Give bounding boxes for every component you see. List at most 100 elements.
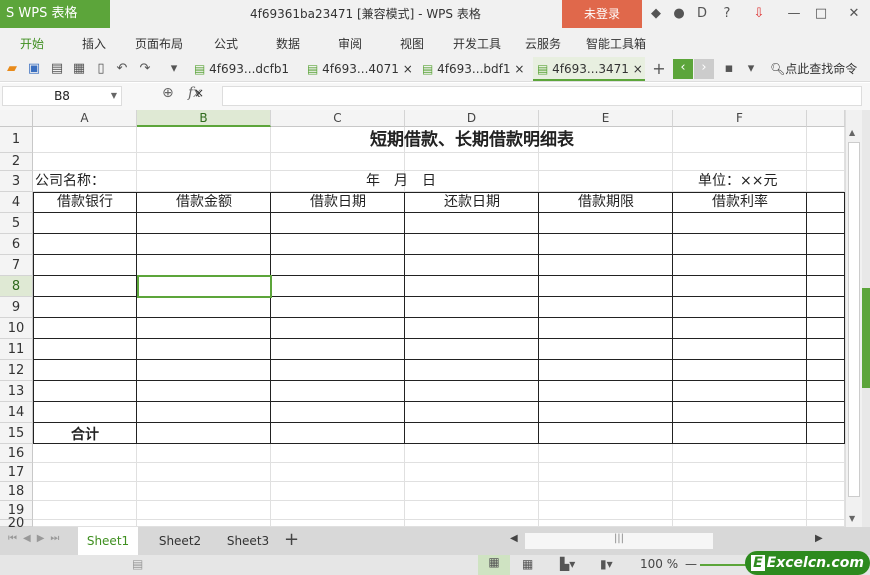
new-tab-icon[interactable]: + xyxy=(650,60,668,78)
cell[interactable] xyxy=(271,213,405,234)
menu-tab-5[interactable]: 审阅 xyxy=(338,28,362,56)
menu-tab-9[interactable]: 智能工具箱 xyxy=(586,28,646,56)
settings-icon[interactable]: ● xyxy=(670,5,688,23)
page-break-view-icon[interactable]: ▦ xyxy=(522,557,533,571)
cell[interactable] xyxy=(807,423,845,444)
cell[interactable] xyxy=(673,153,807,171)
cell[interactable] xyxy=(539,255,673,276)
cell[interactable] xyxy=(405,501,539,520)
cell[interactable] xyxy=(539,339,673,360)
cell[interactable] xyxy=(137,402,271,423)
cell[interactable] xyxy=(271,318,405,339)
cell[interactable] xyxy=(137,482,271,501)
cell[interactable] xyxy=(539,402,673,423)
cell[interactable] xyxy=(271,444,405,463)
cell[interactable] xyxy=(137,360,271,381)
cell[interactable] xyxy=(271,255,405,276)
cell[interactable] xyxy=(271,482,405,501)
cell[interactable] xyxy=(137,318,271,339)
close-tab-icon[interactable]: × xyxy=(514,62,524,76)
cell[interactable] xyxy=(405,402,539,423)
row-header[interactable]: 13 xyxy=(0,381,33,402)
row-header[interactable]: 14 xyxy=(0,402,33,423)
cell[interactable] xyxy=(807,171,845,192)
cell[interactable] xyxy=(33,153,137,171)
cell[interactable] xyxy=(271,234,405,255)
row-header[interactable]: 3 xyxy=(0,171,33,192)
cell[interactable] xyxy=(673,297,807,318)
cell[interactable] xyxy=(33,381,137,402)
minimize-icon[interactable]: — xyxy=(785,5,803,23)
cell[interactable] xyxy=(137,520,271,527)
zoom-formula-icon[interactable]: ⊕ xyxy=(162,85,174,101)
column-header[interactable]: C xyxy=(271,110,405,127)
print-icon[interactable]: ▦ xyxy=(70,60,88,78)
cell[interactable] xyxy=(539,463,673,482)
cell[interactable] xyxy=(405,482,539,501)
cell[interactable] xyxy=(807,276,845,297)
cell[interactable] xyxy=(405,463,539,482)
maximize-icon[interactable]: □ xyxy=(812,5,830,23)
cell[interactable] xyxy=(137,213,271,234)
cell[interactable] xyxy=(673,482,807,501)
row-header[interactable]: 8 xyxy=(0,276,33,297)
tab-prev-icon[interactable]: ‹ xyxy=(673,59,693,79)
row-header[interactable]: 11 xyxy=(0,339,33,360)
cell[interactable] xyxy=(33,501,137,520)
cell[interactable] xyxy=(33,520,137,527)
eye-protect-icon[interactable]: ▮▾ xyxy=(600,557,613,571)
cell[interactable] xyxy=(807,127,845,153)
print-preview-icon[interactable]: ▯ xyxy=(92,60,110,78)
cell[interactable] xyxy=(539,501,673,520)
menu-tab-8[interactable]: 云服务 xyxy=(525,28,561,56)
cell[interactable] xyxy=(137,171,271,192)
cell[interactable] xyxy=(137,297,271,318)
cell[interactable] xyxy=(271,360,405,381)
reading-mode-icon[interactable]: ▙▾ xyxy=(560,557,575,571)
row-header[interactable]: 6 xyxy=(0,234,33,255)
cell[interactable] xyxy=(271,381,405,402)
cell[interactable] xyxy=(807,153,845,171)
cell[interactable] xyxy=(33,360,137,381)
menu-tab-3[interactable]: 公式 xyxy=(214,28,238,56)
cell[interactable] xyxy=(271,153,405,171)
cell[interactable] xyxy=(405,520,539,527)
cell[interactable] xyxy=(405,444,539,463)
cell[interactable] xyxy=(673,339,807,360)
cell[interactable] xyxy=(405,360,539,381)
cell[interactable] xyxy=(137,444,271,463)
cell[interactable] xyxy=(137,255,271,276)
cell[interactable] xyxy=(539,423,673,444)
row-header[interactable]: 9 xyxy=(0,297,33,318)
cell[interactable] xyxy=(33,339,137,360)
download-icon[interactable]: ⇩ xyxy=(750,5,768,23)
zoom-level[interactable]: 100 % xyxy=(640,557,678,571)
document-tab[interactable]: ▤ 4f693...dcfb1 × xyxy=(190,57,300,100)
redo-icon[interactable]: ↷ xyxy=(136,60,154,78)
document-tab[interactable]: ▤ 4f693...3471 × xyxy=(533,57,645,81)
cell[interactable] xyxy=(271,520,405,527)
row-header[interactable]: 5 xyxy=(0,213,33,234)
cell[interactable] xyxy=(271,463,405,482)
cell[interactable] xyxy=(807,213,845,234)
column-header[interactable]: F xyxy=(673,110,807,127)
command-search[interactable]: 🔍︎点此查找命令 xyxy=(770,57,857,81)
cell[interactable] xyxy=(137,381,271,402)
menu-tab-4[interactable]: 数据 xyxy=(276,28,300,56)
menu-tab-6[interactable]: 视图 xyxy=(400,28,424,56)
help-icon[interactable]: ? xyxy=(718,5,736,23)
row-header[interactable]: 18 xyxy=(0,482,33,501)
undo-icon[interactable]: ↶ xyxy=(113,60,131,78)
cell[interactable] xyxy=(539,318,673,339)
cell[interactable] xyxy=(33,255,137,276)
cell[interactable] xyxy=(405,339,539,360)
sheet-tab-sheet3[interactable]: Sheet3 xyxy=(214,527,282,555)
cell[interactable] xyxy=(673,234,807,255)
cell[interactable] xyxy=(807,463,845,482)
cell[interactable] xyxy=(137,463,271,482)
cell[interactable] xyxy=(33,276,137,297)
cell[interactable] xyxy=(137,501,271,520)
login-button[interactable]: 未登录 xyxy=(562,0,642,28)
cell[interactable] xyxy=(539,297,673,318)
cell[interactable] xyxy=(673,127,807,153)
